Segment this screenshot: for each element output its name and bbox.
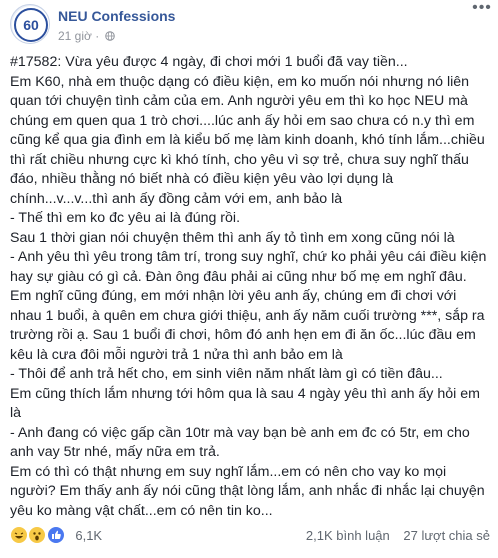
post-paragraph: Sau 1 thời gian nói chuyện thêm thì anh …	[10, 229, 455, 246]
post-paragraph: - Thôi để anh trả hết cho, em sinh viên …	[10, 366, 443, 382]
post-paragraph: #17582: Vừa yêu được 4 ngày, đi chơi mới…	[10, 54, 408, 70]
post-paragraph: - Anh đang có việc gấp cần 10tr mà vay b…	[10, 424, 470, 461]
wow-icon	[28, 526, 47, 544]
shares-count[interactable]: 27 lượt chia sẻ	[403, 528, 490, 543]
neu-logo-icon: 60	[12, 6, 49, 43]
page-avatar[interactable]: 60	[10, 4, 50, 44]
post-header: 60 NEU Confessions 21 giờ · •••	[0, 0, 498, 50]
post-body: #17582: Vừa yêu được 4 ngày, đi chơi mới…	[10, 53, 490, 521]
globe-icon	[104, 31, 115, 41]
reactions-summary[interactable]: 6,1K	[10, 526, 102, 546]
haha-icon	[10, 526, 28, 544]
post-footer: 6,1K 2,1K bình luận 27 lượt chia sẻ	[0, 524, 498, 552]
post-paragraph: Em cũng thích lắm nhưng tới hôm qua là s…	[10, 385, 480, 422]
post-timestamp[interactable]: 21 giờ	[58, 29, 92, 43]
more-options-icon[interactable]: •••	[472, 0, 492, 18]
reaction-count[interactable]: 6,1K	[75, 528, 102, 543]
avatar-text: 60	[23, 17, 39, 33]
post-paragraph: Em K60, nhà em thuộc dạng có điều kiện, …	[10, 73, 485, 207]
post-paragraph: Em nghĩ cũng đúng, em mới nhận lời yêu a…	[10, 288, 485, 363]
like-icon	[46, 526, 65, 544]
post-paragraph: - Thế thì em ko đc yêu ai là đúng rồi.	[10, 210, 241, 226]
comments-count[interactable]: 2,1K bình luận	[306, 528, 390, 543]
engagement-stats: 2,1K bình luận 27 lượt chia sẻ	[306, 528, 490, 543]
post-paragraph: - Anh yêu thì yêu trong tâm trí, trong s…	[10, 249, 487, 285]
post-paragraph: Em có thì có thật nhưng em suy nghĩ lắm.…	[10, 463, 485, 519]
post-meta: 21 giờ ·	[58, 29, 115, 43]
page-name-link[interactable]: NEU Confessions	[58, 8, 175, 24]
